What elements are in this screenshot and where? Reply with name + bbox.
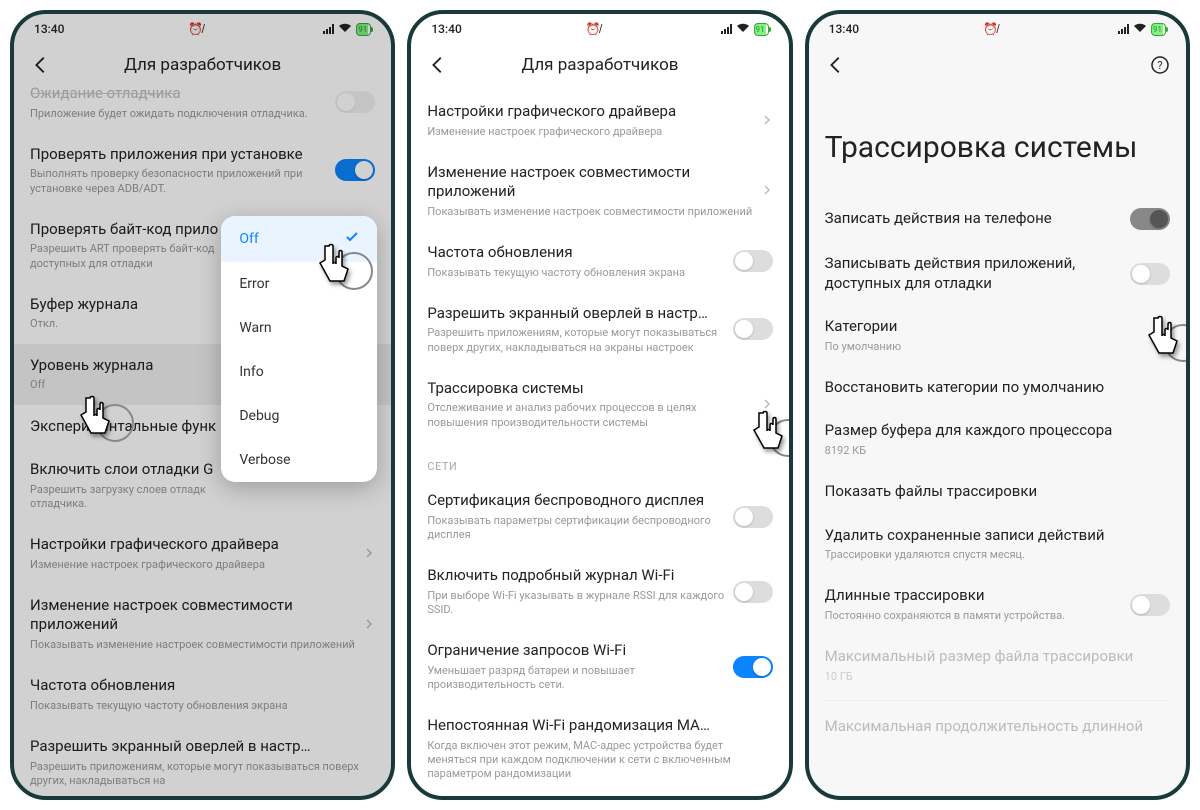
row-wait-debugger[interactable]: Ожидание отладчика Приложение будет ожид… (30, 84, 375, 133)
page-title: Трассировка системы (825, 90, 1170, 196)
row-wifi-throttle[interactable]: Ограничение запросов Wi-Fi Уменьшает раз… (427, 629, 772, 704)
back-icon[interactable] (30, 54, 52, 76)
alarm-off-icon: ⏰̸ (586, 22, 601, 36)
alarm-off-icon: ⏰̸ (983, 22, 998, 36)
status-bar: 13:40 ⏰̸ 91 (411, 14, 788, 44)
title-bar: ? (809, 44, 1186, 90)
phone-3: 13:40 ⏰̸ 91 ? Трассировка системы Записа… (805, 10, 1190, 800)
toggle-long-traces[interactable] (1130, 594, 1170, 616)
toggle-record-apps[interactable] (1130, 263, 1170, 285)
row-wifi-verbose[interactable]: Включить подробный журнал Wi-Fi При выбо… (427, 554, 772, 629)
chevron-right-icon (363, 615, 375, 634)
log-level-popup: Off Error Warn Info Debug Verbose (221, 216, 377, 482)
chevron-right-icon (761, 181, 773, 200)
row-record-apps[interactable]: Записывать действия приложений, доступны… (825, 242, 1170, 305)
page-title: Для разработчиков (14, 55, 391, 75)
wifi-icon (338, 22, 352, 36)
row-long-traces[interactable]: Длинные трассировки Постоянно сохраняютс… (825, 574, 1170, 635)
check-icon (345, 230, 359, 248)
row-compat-settings[interactable]: Изменение настроек совместимости приложе… (427, 151, 772, 231)
row-buffer-size[interactable]: Размер буфера для каждого процессора 819… (825, 409, 1170, 470)
toggle-overlay[interactable] (733, 318, 773, 340)
toggle-record-phone[interactable] (1130, 208, 1170, 230)
status-time: 13:40 (829, 22, 859, 36)
wifi-icon (736, 22, 750, 36)
chevron-right-icon (761, 395, 773, 414)
row-wireless-cert[interactable]: Сертификация беспроводного дисплея Показ… (427, 479, 772, 554)
row-verify-apps[interactable]: Проверять приложения при установке Выпол… (30, 133, 375, 208)
svg-text:?: ? (1157, 59, 1162, 72)
row-restore-categories[interactable]: Восстановить категории по умолчанию (825, 366, 1170, 410)
row-max-duration[interactable]: Максимальная продолжительность длинной (825, 705, 1170, 737)
row-graphics-driver[interactable]: Настройки графического драйвера Изменени… (30, 523, 375, 584)
battery-icon: 91 (356, 23, 371, 36)
row-show-traces[interactable]: Показать файлы трассировки (825, 470, 1170, 514)
popup-option-info[interactable]: Info (221, 350, 377, 394)
row-wifi-mac-random[interactable]: Непостоянная Wi-Fi рандомизация MA… Когд… (427, 704, 772, 793)
status-time: 13:40 (34, 22, 64, 36)
section-label-network: СЕТИ (427, 442, 772, 479)
battery-icon: 91 (1151, 23, 1166, 36)
popup-option-debug[interactable]: Debug (221, 394, 377, 438)
row-record-phone[interactable]: Записать действия на телефоне (825, 196, 1170, 242)
row-overlay[interactable]: Разрешить экранный оверлей в настр… Разр… (30, 725, 375, 796)
phone-2: 13:40 ⏰̸ 91 Для разработчиков Настройки … (407, 10, 792, 800)
row-refresh-rate[interactable]: Частота обновления Показывать текущую ча… (30, 664, 375, 725)
popup-option-error[interactable]: Error (221, 262, 377, 306)
toggle-verify-apps[interactable] (335, 159, 375, 181)
row-categories[interactable]: Категории По умолчанию (825, 305, 1170, 366)
popup-option-off[interactable]: Off (221, 216, 377, 262)
signal-icon (323, 24, 334, 34)
toggle-wireless-cert[interactable] (733, 506, 773, 528)
toggle-wait-debugger (335, 91, 375, 113)
help-icon[interactable]: ? (1150, 55, 1170, 75)
chevron-right-icon (761, 111, 773, 130)
back-icon[interactable] (825, 54, 847, 76)
row-max-file-size[interactable]: Максимальный размер файла трассировки 10… (825, 635, 1170, 696)
row-compat-settings[interactable]: Изменение настроек совместимости приложе… (30, 584, 375, 664)
status-time: 13:40 (431, 22, 461, 36)
row-overlay[interactable]: Разрешить экранный оверлей в настр… Разр… (427, 292, 772, 367)
popup-option-verbose[interactable]: Verbose (221, 438, 377, 482)
chevron-right-icon (363, 544, 375, 563)
status-bar: 13:40 ⏰̸ 91 (809, 14, 1186, 44)
row-system-trace[interactable]: Трассировка системы Отслеживание и анали… (427, 367, 772, 442)
row-graphics-driver[interactable]: Настройки графического драйвера Изменени… (427, 90, 772, 151)
divider (825, 700, 1170, 701)
row-delete-traces[interactable]: Удалить сохраненные записи действий Трас… (825, 514, 1170, 575)
back-icon[interactable] (427, 54, 449, 76)
toggle-wifi-throttle[interactable] (733, 656, 773, 678)
wifi-icon (1133, 22, 1147, 36)
popup-option-warn[interactable]: Warn (221, 306, 377, 350)
page-title: Для разработчиков (411, 55, 788, 75)
toggle-refresh-rate[interactable] (733, 250, 773, 272)
toggle-wifi-verbose[interactable] (733, 581, 773, 603)
signal-icon (721, 24, 732, 34)
row-refresh-rate[interactable]: Частота обновления Показывать текущую ча… (427, 231, 772, 292)
phone-1: 13:40 ⏰̸ 91 Для разработчиков Ожидание о… (10, 10, 395, 800)
alarm-off-icon: ⏰̸ (188, 22, 203, 36)
title-bar: Для разработчиков (411, 44, 788, 90)
battery-icon: 91 (754, 23, 769, 36)
signal-icon (1118, 24, 1129, 34)
status-bar: 13:40 ⏰̸ 91 (14, 14, 391, 44)
